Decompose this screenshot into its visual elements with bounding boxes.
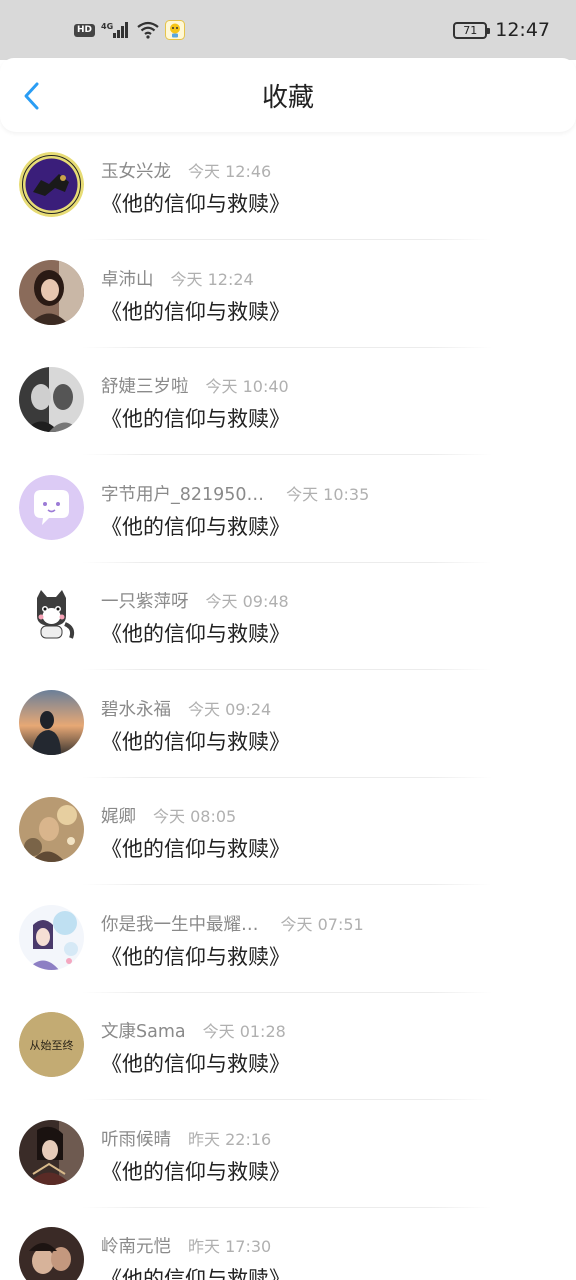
timestamp: 今天 09:24: [188, 699, 272, 719]
user-name[interactable]: 玉女兴龙: [101, 158, 171, 183]
work-title[interactable]: 《他的信仰与救赎》: [101, 188, 290, 218]
user-name[interactable]: 岭南元恺: [101, 1233, 171, 1258]
timestamp: 昨天 17:30: [188, 1237, 272, 1256]
work-title[interactable]: 《他的信仰与救赎》: [101, 833, 290, 863]
avatar: [19, 474, 84, 540]
timestamp: 今天 09:48: [205, 592, 289, 611]
avatar: [19, 689, 84, 755]
battery-icon: 71: [453, 21, 491, 39]
avatar: [19, 1227, 84, 1280]
list-item[interactable]: 碧水永福 今天 09:24 《他的信仰与救赎》: [0, 670, 576, 778]
timestamp: 今天 10:35: [286, 484, 370, 504]
list-item[interactable]: 你是我一生中最耀… 今天 07:51 《他的信仰与救赎》: [0, 885, 576, 993]
name-line: 娓卿 今天 08:05: [101, 803, 236, 828]
status-right: 71 12:47: [453, 19, 550, 41]
avatar: [19, 582, 84, 647]
avatar: [19, 797, 84, 862]
page-title: 收藏: [261, 82, 314, 113]
favorites-list: 玉女兴龙 今天 12:46 《他的信仰与救赎》 卓沛山 今天 12:24 《他的…: [0, 132, 576, 1280]
user-name[interactable]: 字节用户_821950…: [101, 481, 264, 506]
avatar: [19, 152, 84, 217]
user-name[interactable]: 听雨候晴: [101, 1126, 171, 1151]
avatar: [19, 1119, 84, 1185]
top-app-bar: 收藏: [0, 58, 576, 132]
clock: 12:47: [495, 19, 550, 41]
status-indicators: HD 4G: [74, 20, 186, 40]
timestamp: 今天 01:28: [202, 1022, 286, 1041]
hd-badge: HD: [74, 23, 96, 37]
wifi-icon: [137, 21, 159, 39]
avatar: [19, 904, 84, 970]
user-name[interactable]: 卓沛山: [101, 266, 154, 291]
timestamp: 昨天 22:16: [188, 1129, 272, 1149]
list-item[interactable]: 从始至终 文康Sama 今天 01:28 《他的信仰与救赎》: [0, 992, 576, 1100]
timestamp: 今天 08:05: [153, 807, 237, 826]
name-line: 一只紫萍呀 今天 09:48: [101, 588, 289, 613]
list-item[interactable]: 字节用户_821950… 今天 10:35 《他的信仰与救赎》: [0, 455, 576, 563]
name-line: 玉女兴龙 今天 12:46: [101, 158, 271, 183]
user-name[interactable]: 你是我一生中最耀…: [101, 911, 259, 936]
name-line: 听雨候晴 昨天 22:16: [101, 1126, 271, 1151]
network-type-label: 4G: [101, 22, 113, 31]
name-line: 你是我一生中最耀… 今天 07:51: [101, 911, 364, 936]
work-title[interactable]: 《他的信仰与救赎》: [101, 1048, 290, 1078]
avatar: [19, 259, 84, 325]
list-item[interactable]: 玉女兴龙 今天 12:46 《他的信仰与救赎》: [0, 132, 576, 240]
work-title[interactable]: 《他的信仰与救赎》: [101, 403, 290, 433]
back-button[interactable]: [14, 78, 50, 114]
list-item[interactable]: 舒婕三岁啦 今天 10:40 《他的信仰与救赎》: [0, 347, 576, 455]
avatar-text: 从始至终: [30, 1038, 74, 1052]
work-title[interactable]: 《他的信仰与救赎》: [101, 296, 290, 326]
name-line: 舒婕三岁啦 今天 10:40: [101, 373, 289, 398]
battery-level: 71: [463, 23, 478, 37]
list-item[interactable]: 卓沛山 今天 12:24 《他的信仰与救赎》: [0, 240, 576, 348]
work-title[interactable]: 《他的信仰与救赎》: [101, 1263, 290, 1280]
user-name[interactable]: 文康Sama: [101, 1018, 186, 1043]
status-bar: HD 4G 71 12:47: [0, 0, 576, 60]
name-line: 字节用户_821950… 今天 10:35: [101, 481, 369, 506]
user-name[interactable]: 娓卿: [101, 803, 136, 828]
timestamp: 今天 07:51: [280, 914, 364, 934]
list-item[interactable]: 一只紫萍呀 今天 09:48 《他的信仰与救赎》: [0, 562, 576, 670]
user-name[interactable]: 舒婕三岁啦: [101, 373, 189, 398]
work-title[interactable]: 《他的信仰与救赎》: [101, 511, 290, 541]
name-line: 卓沛山 今天 12:24: [101, 266, 254, 291]
work-title[interactable]: 《他的信仰与救赎》: [101, 941, 290, 971]
user-name[interactable]: 一只紫萍呀: [101, 588, 189, 613]
list-item[interactable]: 岭南元恺 昨天 17:30 《他的信仰与救赎》: [0, 1207, 576, 1280]
work-title[interactable]: 《他的信仰与救赎》: [101, 726, 290, 756]
avatar: 从始至终: [19, 1012, 84, 1077]
work-title[interactable]: 《他的信仰与救赎》: [101, 618, 290, 648]
timestamp: 今天 12:46: [188, 162, 272, 181]
list-item[interactable]: 听雨候晴 昨天 22:16 《他的信仰与救赎》: [0, 1100, 576, 1208]
chevron-left-icon: [24, 82, 39, 110]
avatar: [19, 367, 84, 432]
user-name[interactable]: 碧水永福: [101, 696, 171, 721]
name-line: 岭南元恺 昨天 17:30: [101, 1233, 271, 1258]
list-item[interactable]: 娓卿 今天 08:05 《他的信仰与救赎》: [0, 777, 576, 885]
work-title[interactable]: 《他的信仰与救赎》: [101, 1156, 290, 1186]
cellular-signal-icon: 4G: [101, 21, 131, 39]
app-notification-icon: [165, 20, 186, 40]
name-line: 文康Sama 今天 01:28: [101, 1018, 286, 1043]
name-line: 碧水永福 今天 09:24: [101, 696, 271, 721]
timestamp: 今天 10:40: [205, 377, 289, 396]
timestamp: 今天 12:24: [170, 269, 254, 289]
